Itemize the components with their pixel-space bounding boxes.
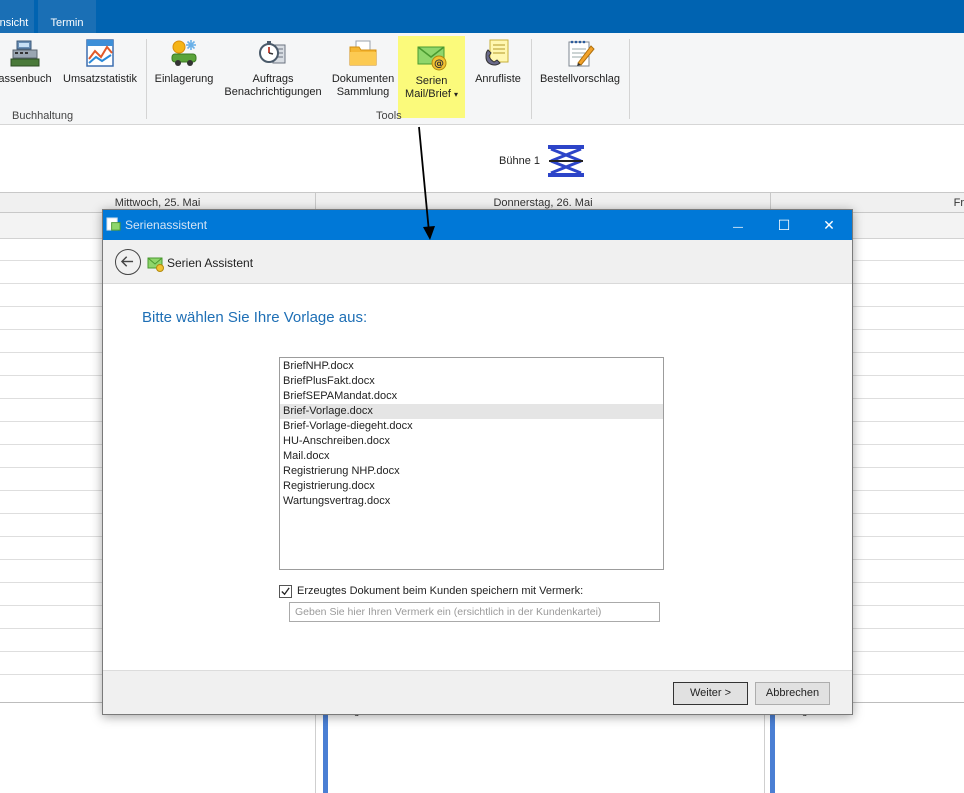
column-line	[315, 703, 316, 793]
save-note-checkbox[interactable]	[279, 585, 292, 598]
stage-header	[0, 126, 964, 192]
page-heading: Bitte wählen Sie Ihre Vorlage aus:	[142, 309, 368, 326]
kassenbuch-button[interactable]: assenbuch	[0, 37, 52, 107]
back-arrow-icon	[120, 256, 134, 267]
dialog-title: Serienassistent	[125, 218, 208, 232]
dialog-nav-bar: Serien Assistent	[103, 240, 852, 284]
checkmark-icon	[281, 587, 290, 596]
appointment-bar[interactable]	[770, 703, 775, 793]
dialog-title-bar[interactable]: Serienassistent — ☐ ✕	[103, 210, 852, 240]
save-note-checkbox-label: Erzeugtes Dokument beim Kunden speichern…	[297, 585, 584, 597]
tab-termin[interactable]: Termin	[38, 0, 96, 33]
close-icon: ✕	[823, 217, 835, 233]
dropdown-arrow-icon: ▾	[453, 90, 458, 99]
stopwatch-document-icon	[259, 41, 286, 64]
list-item[interactable]: Registrierung NHP.docx	[280, 464, 663, 479]
list-item-selected[interactable]: Brief-Vorlage.docx	[280, 404, 663, 419]
bestellvorschlag-button[interactable]: Bestellvorschlag	[538, 37, 622, 107]
close-button[interactable]: ✕	[806, 210, 852, 240]
cash-register-icon	[10, 40, 40, 67]
bestellvorschlag-label: Bestellvorschlag	[539, 73, 621, 85]
cancel-button[interactable]: Abbrechen	[755, 682, 830, 705]
svg-text:@: @	[434, 59, 444, 70]
group-label-tools: Tools	[376, 110, 402, 122]
dialog-footer: Weiter > Abbrechen	[103, 670, 852, 714]
serienassistent-dialog: Serienassistent — ☐ ✕ Serien Assistent B…	[102, 209, 853, 715]
next-button[interactable]: Weiter >	[673, 682, 748, 705]
app-icon	[106, 217, 121, 231]
mail-at-icon: @	[417, 46, 446, 71]
back-button[interactable]	[115, 249, 141, 275]
einlagerung-button[interactable]: Einlagerung	[154, 37, 214, 107]
maximize-button[interactable]: ☐	[761, 210, 807, 240]
note-input[interactable]	[289, 602, 660, 622]
template-listbox[interactable]: BriefNHP.docx BriefPlusFakt.docx BriefSE…	[279, 357, 664, 570]
order-notepad-icon	[568, 40, 595, 67]
anrufliste-label: Anrufliste	[475, 73, 521, 85]
phone-list-icon	[485, 39, 509, 66]
dokumenten-sammlung-button[interactable]: Dokumenten Sammlung	[330, 37, 396, 107]
anrufliste-button[interactable]: Anrufliste	[472, 37, 524, 107]
ribbon-separator	[146, 39, 147, 119]
auftrags-label-2: Benachrichtigungen	[224, 86, 322, 98]
kassenbuch-label: assenbuch	[0, 73, 52, 85]
ribbon-separator	[629, 39, 630, 119]
serien-label-2: Mail/Brief ▾	[398, 88, 465, 101]
minimize-button[interactable]: —	[715, 210, 761, 240]
nav-title: Serien Assistent	[167, 256, 254, 270]
minimize-icon: —	[733, 222, 743, 233]
list-item[interactable]: Wartungsvertrag.docx	[280, 494, 663, 509]
umsatzstatistik-label: Umsatzstatistik	[63, 73, 137, 85]
column-line	[764, 703, 765, 793]
list-item[interactable]: BriefNHP.docx	[280, 359, 663, 374]
list-item[interactable]: Mail.docx	[280, 449, 663, 464]
serien-mail-brief-button[interactable]: @ Serien Mail/Brief ▾	[398, 36, 465, 118]
list-item[interactable]: Registrierung.docx	[280, 479, 663, 494]
maximize-icon: ☐	[777, 217, 791, 233]
tab-ansicht-label: nsicht	[0, 17, 29, 29]
list-item[interactable]: HU-Anschreiben.docx	[280, 434, 663, 449]
stage-label: Bühne 1	[499, 155, 540, 167]
app-window: nsicht Termin assenbuch Umsatzstatistik	[0, 0, 964, 793]
serien-label-1: Serien	[415, 75, 448, 87]
storage-weather-icon	[171, 40, 197, 66]
list-item[interactable]: Brief-Vorlage-diegeht.docx	[280, 419, 663, 434]
ribbon: assenbuch Umsatzstatistik Einlagerung Au…	[0, 33, 964, 125]
statistics-chart-icon	[86, 39, 114, 67]
serien-mail-icon	[147, 257, 164, 272]
auftrags-label-1: Auftrags	[252, 73, 294, 85]
serien-label-2-text: Mail/Brief	[405, 88, 451, 100]
tab-ansicht[interactable]: nsicht	[0, 0, 34, 33]
group-label-buchhaltung: Buchhaltung	[12, 110, 74, 122]
tab-termin-label: Termin	[50, 17, 84, 29]
ribbon-separator	[531, 39, 532, 119]
list-item[interactable]: BriefPlusFakt.docx	[280, 374, 663, 389]
umsatzstatistik-button[interactable]: Umsatzstatistik	[62, 37, 138, 107]
folder-documents-icon	[349, 40, 377, 66]
auftrags-benachrichtigungen-button[interactable]: Auftrags Benachrichtigungen	[224, 37, 322, 107]
menu-bar: nsicht Termin	[0, 0, 964, 33]
dokumenten-label-1: Dokumenten	[331, 73, 395, 85]
lift-icon	[548, 145, 584, 177]
dokumenten-label-2: Sammlung	[336, 86, 390, 98]
einlagerung-label: Einlagerung	[154, 73, 214, 85]
list-item[interactable]: BriefSEPAMandat.docx	[280, 389, 663, 404]
appointment-bar[interactable]	[323, 703, 328, 793]
